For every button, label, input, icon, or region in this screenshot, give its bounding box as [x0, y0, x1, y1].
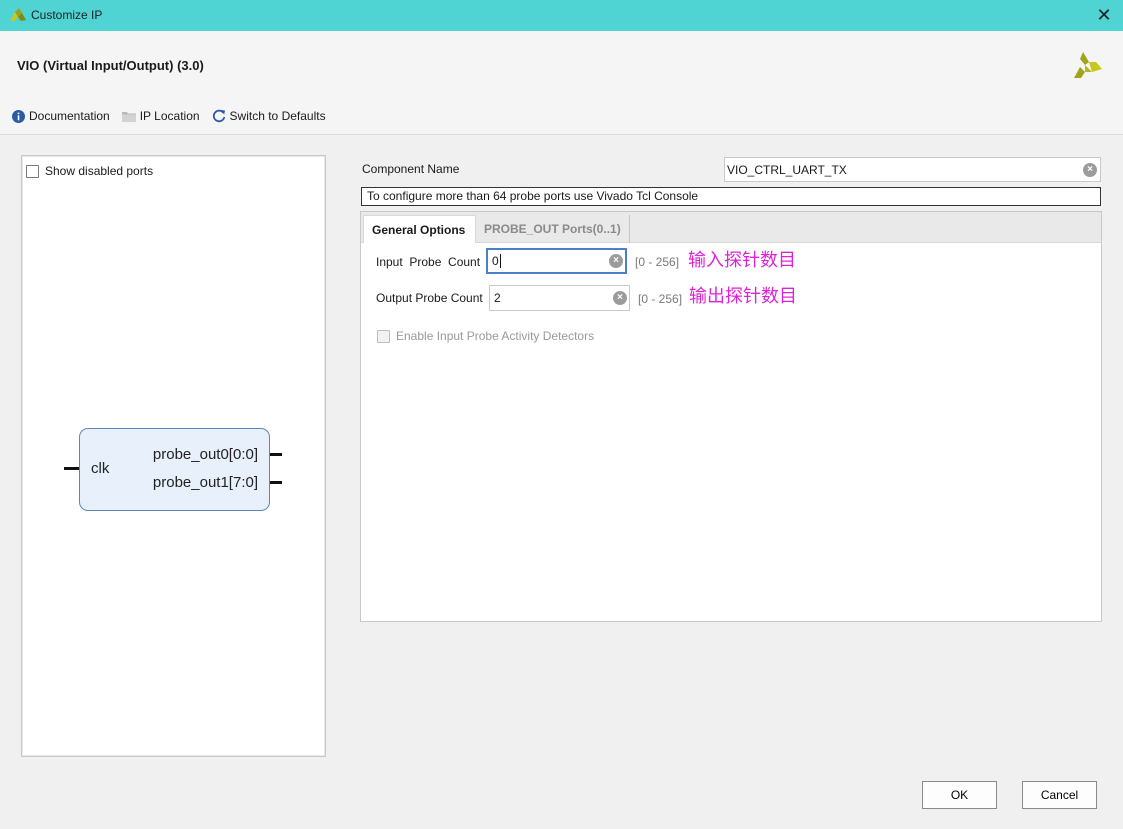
clk-port-label: clk	[91, 460, 110, 477]
show-disabled-ports-label: Show disabled ports	[45, 164, 154, 178]
config-panel: Component Name VIO_CTRL_UART_TX × To con…	[360, 155, 1102, 625]
window-title: Customize IP	[31, 8, 103, 22]
output-probe-count-field[interactable]: 2 ×	[489, 285, 630, 311]
component-name-input[interactable]: VIO_CTRL_UART_TX ×	[724, 157, 1101, 182]
refresh-icon	[212, 109, 225, 123]
probe-limit-notice: To configure more than 64 probe ports us…	[361, 187, 1101, 206]
input-probe-count-label: Input Probe Count	[376, 255, 481, 269]
tab-probe-out-ports[interactable]: PROBE_OUT Ports(0..1)	[476, 215, 630, 243]
cancel-button[interactable]: Cancel	[1022, 781, 1097, 809]
enable-activity-detectors-label: Enable Input Probe Activity Detectors	[396, 329, 595, 343]
input-probe-count-range: [0 - 256]	[635, 255, 680, 269]
ip-title: VIO (Virtual Input/Output) (3.0)	[17, 58, 204, 73]
documentation-label: Documentation	[29, 109, 110, 123]
documentation-button[interactable]: Documentation	[12, 109, 110, 123]
toolbar: Documentation IP Location Switch to Defa…	[12, 109, 326, 123]
show-disabled-ports-checkbox[interactable]	[26, 164, 39, 178]
window-titlebar: Customize IP ✕	[0, 0, 1123, 31]
probe-out1-pin	[270, 481, 282, 484]
options-tab-container: General Options PROBE_OUT Ports(0..1) In…	[360, 211, 1102, 622]
clk-pin	[64, 467, 79, 470]
info-icon	[12, 109, 25, 123]
dialog-header: VIO (Virtual Input/Output) (3.0) Documen…	[0, 31, 1123, 135]
ok-button[interactable]: OK	[922, 781, 997, 809]
show-disabled-ports-option[interactable]: Show disabled ports	[26, 164, 153, 178]
switch-to-defaults-label: Switch to Defaults	[229, 109, 326, 123]
switch-to-defaults-button[interactable]: Switch to Defaults	[212, 109, 326, 123]
vivado-app-icon	[10, 8, 26, 21]
output-probe-count-annotation: 输出探针数目	[689, 286, 797, 306]
clear-icon[interactable]: ×	[609, 254, 623, 268]
folder-icon	[121, 112, 136, 122]
input-probe-count-field[interactable]: 0 ×	[486, 248, 627, 274]
enable-activity-detectors-checkbox[interactable]	[377, 329, 390, 343]
close-icon[interactable]: ✕	[1095, 5, 1113, 25]
dialog-body: Show disabled ports clk probe_out0[0:0] …	[0, 136, 1123, 829]
vio-block-symbol: clk probe_out0[0:0] probe_out1[7:0]	[79, 428, 270, 511]
ip-location-button[interactable]: IP Location	[121, 109, 200, 123]
clear-icon[interactable]: ×	[613, 291, 627, 305]
xilinx-logo-icon	[1074, 52, 1102, 78]
component-name-label: Component Name	[362, 162, 460, 176]
tab-bar: General Options PROBE_OUT Ports(0..1)	[361, 212, 1101, 243]
component-name-value: VIO_CTRL_UART_TX	[727, 162, 847, 177]
probe-out1-port-label: probe_out1[7:0]	[152, 474, 258, 491]
output-probe-count-label: Output Probe Count	[376, 291, 483, 305]
ip-location-label: IP Location	[139, 109, 200, 123]
output-probe-count-range: [0 - 256]	[638, 292, 683, 306]
tab-general-options[interactable]: General Options	[363, 215, 476, 243]
ip-symbol-panel: Show disabled ports clk probe_out0[0:0] …	[21, 155, 326, 757]
enable-activity-detectors-option[interactable]: Enable Input Probe Activity Detectors	[377, 329, 594, 343]
clear-icon[interactable]: ×	[1083, 163, 1097, 177]
output-probe-count-value: 2	[494, 291, 501, 305]
probe-out0-pin	[270, 453, 282, 456]
input-probe-count-value: 0	[492, 254, 499, 268]
input-probe-count-annotation: 输入探针数目	[688, 250, 796, 270]
probe-out0-port-label: probe_out0[0:0]	[152, 446, 258, 463]
